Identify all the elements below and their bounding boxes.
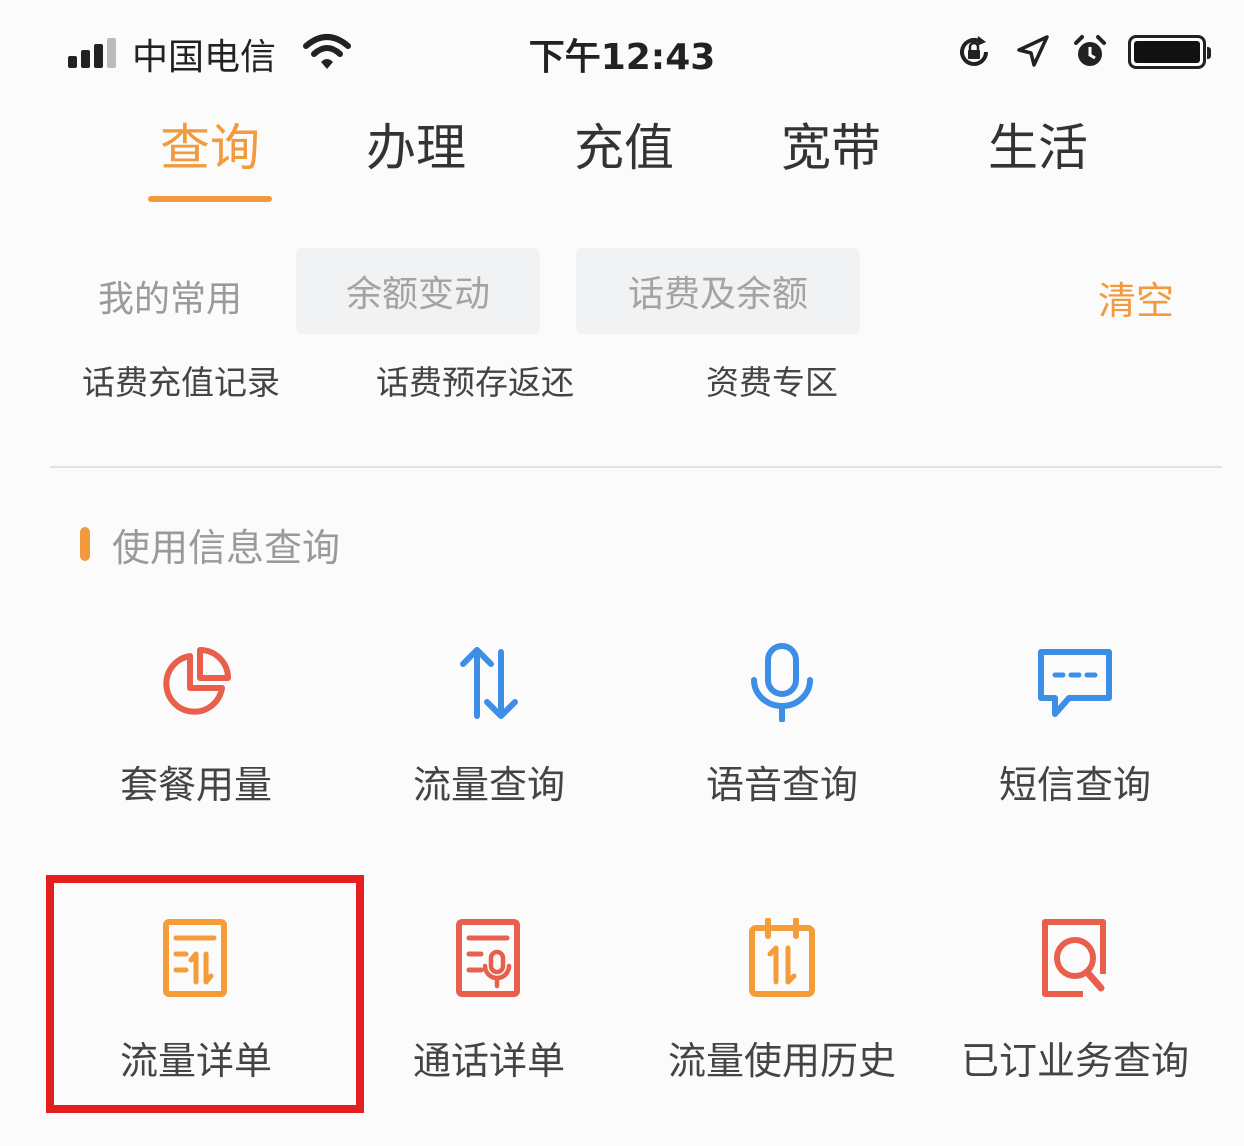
battery-icon [1128,35,1211,69]
pie-chart-icon [156,642,236,722]
tab-life[interactable]: 生活 [958,112,1118,202]
divider [50,466,1222,468]
favorite-chip-fee-balance[interactable]: 话费及余额 [576,248,860,334]
package-usage-button[interactable]: 套餐用量 [50,642,342,842]
microphone-icon [742,642,822,723]
tab-recharge[interactable]: 充值 [544,112,704,202]
grid-item-label: 语音查询 [705,763,858,807]
subscription-search-icon [1035,918,1115,998]
grid-item-label: 流量使用历史 [667,1039,896,1083]
grid-item-label: 套餐用量 [119,763,272,807]
tab-broadband[interactable]: 宽带 [751,112,911,202]
favorite-chip-balance-change[interactable]: 余额变动 [296,248,540,334]
grid-item-label: 已订业务查询 [960,1039,1189,1083]
call-detail-icon [449,918,529,998]
grid-item-label: 通话详单 [412,1039,565,1083]
tab-handle[interactable]: 办理 [336,112,496,202]
grid-item-label: 短信查询 [998,763,1151,807]
sms-query-button[interactable]: 短信查询 [929,642,1221,842]
rotation-lock-icon [954,32,994,72]
section-title: 使用信息查询 [112,525,341,570]
section-marker [80,527,90,561]
favorite-item-recharge-record[interactable]: 话费充值记录 [82,356,280,404]
status-icons [954,32,1211,72]
data-query-button[interactable]: 流量查询 [343,642,635,842]
clear-button[interactable]: 清空 [1098,270,1174,325]
favorites-more-row: 话费充值记录 话费预存返还 资费专区 [0,356,1244,402]
grid-item-label: 流量查询 [412,763,565,807]
favorite-item-prepay-return[interactable]: 话费预存返还 [376,356,574,404]
data-arrows-icon [449,642,529,722]
active-tab-indicator [148,196,272,202]
message-icon [1035,642,1115,722]
favorite-item-tariff-zone[interactable]: 资费专区 [706,356,838,404]
voice-query-button[interactable]: 语音查询 [636,642,928,842]
calendar-history-icon [742,917,822,998]
call-detail-button[interactable]: 通话详单 [343,918,635,1118]
favorites-title: 我的常用 [98,279,243,320]
subscribed-services-button[interactable]: 已订业务查询 [929,918,1221,1118]
location-icon [1012,32,1052,72]
alarm-icon [1070,32,1110,72]
favorites-row: 我的常用 余额变动 话费及余额 清空 [0,248,1244,334]
tab-query[interactable]: 查询 [130,112,290,202]
status-bar: 中国电信 下午12:43 [0,0,1244,100]
data-usage-history-button[interactable]: 流量使用历史 [636,917,928,1118]
highlight-box [46,875,364,1113]
section-header: 使用信息查询 [80,520,340,570]
